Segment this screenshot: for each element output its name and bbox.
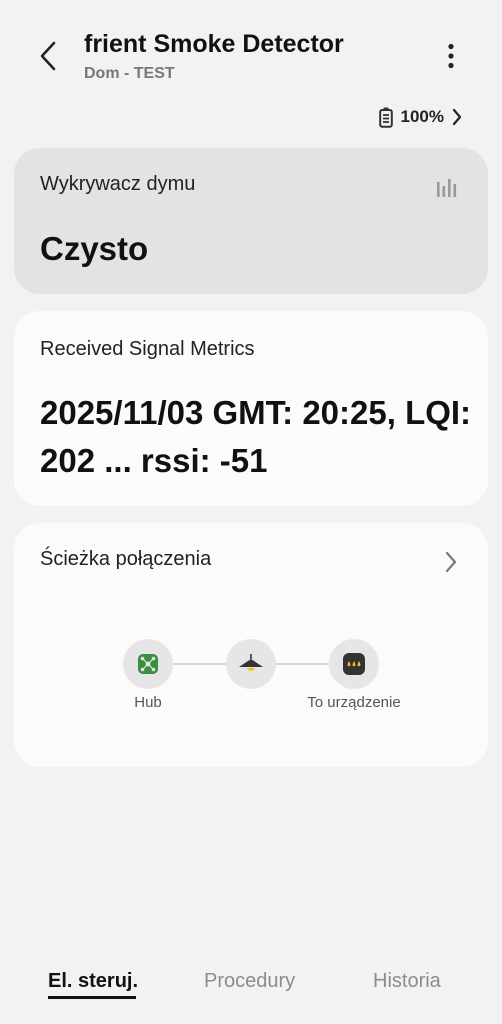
chevron-right-icon (452, 108, 462, 126)
chevron-left-icon (40, 41, 56, 71)
connection-path-label: Ścieżka połączenia (40, 548, 212, 570)
connection-line (276, 663, 332, 665)
connection-path-card[interactable]: Ścieżka połączenia Hub To urządzenie (14, 523, 488, 767)
back-button[interactable] (30, 36, 66, 76)
smoke-detector-label: Wykrywacz dymu (40, 173, 196, 195)
ceiling-lamp-icon (239, 654, 263, 671)
hub-node-label: Hub (134, 694, 162, 711)
device-node (329, 639, 379, 689)
hub-icon (138, 654, 158, 674)
battery-icon (378, 107, 393, 128)
signal-metrics-card[interactable]: Received Signal Metrics 2025/11/03 GMT: … (14, 311, 488, 506)
signal-metrics-label: Received Signal Metrics (40, 338, 255, 360)
app-header: frient Smoke Detector Dom - TEST 100% (0, 0, 502, 140)
tab-history[interactable]: Historia (373, 970, 441, 993)
battery-status[interactable]: 100% (378, 104, 462, 130)
chevron-right-icon[interactable] (444, 551, 458, 573)
bottom-tab-bar: El. steruj. Procedury Historia (0, 960, 502, 1010)
tab-routines[interactable]: Procedury (204, 970, 295, 993)
smoke-status-value: Czysto (40, 230, 149, 267)
smoke-detector-card[interactable]: Wykrywacz dymu Czysto (14, 148, 488, 294)
connection-line (172, 663, 228, 665)
more-options-button[interactable] (436, 40, 466, 72)
page-title: frient Smoke Detector (84, 30, 344, 58)
active-tab-indicator (48, 996, 136, 999)
location-subtitle: Dom - TEST (84, 65, 175, 82)
battery-level: 100% (400, 107, 444, 126)
repeater-node (226, 639, 276, 689)
more-vertical-icon (448, 43, 454, 69)
smoke-detector-icon (343, 653, 365, 675)
hub-node (123, 639, 173, 689)
tab-controls[interactable]: El. steruj. (48, 970, 138, 993)
device-node-label: To urządzenie (307, 694, 401, 711)
chart-bars-icon[interactable] (436, 176, 458, 198)
signal-metrics-value: 2025/11/03 GMT: 20:25, LQI: 202 ... rssi… (40, 394, 472, 479)
